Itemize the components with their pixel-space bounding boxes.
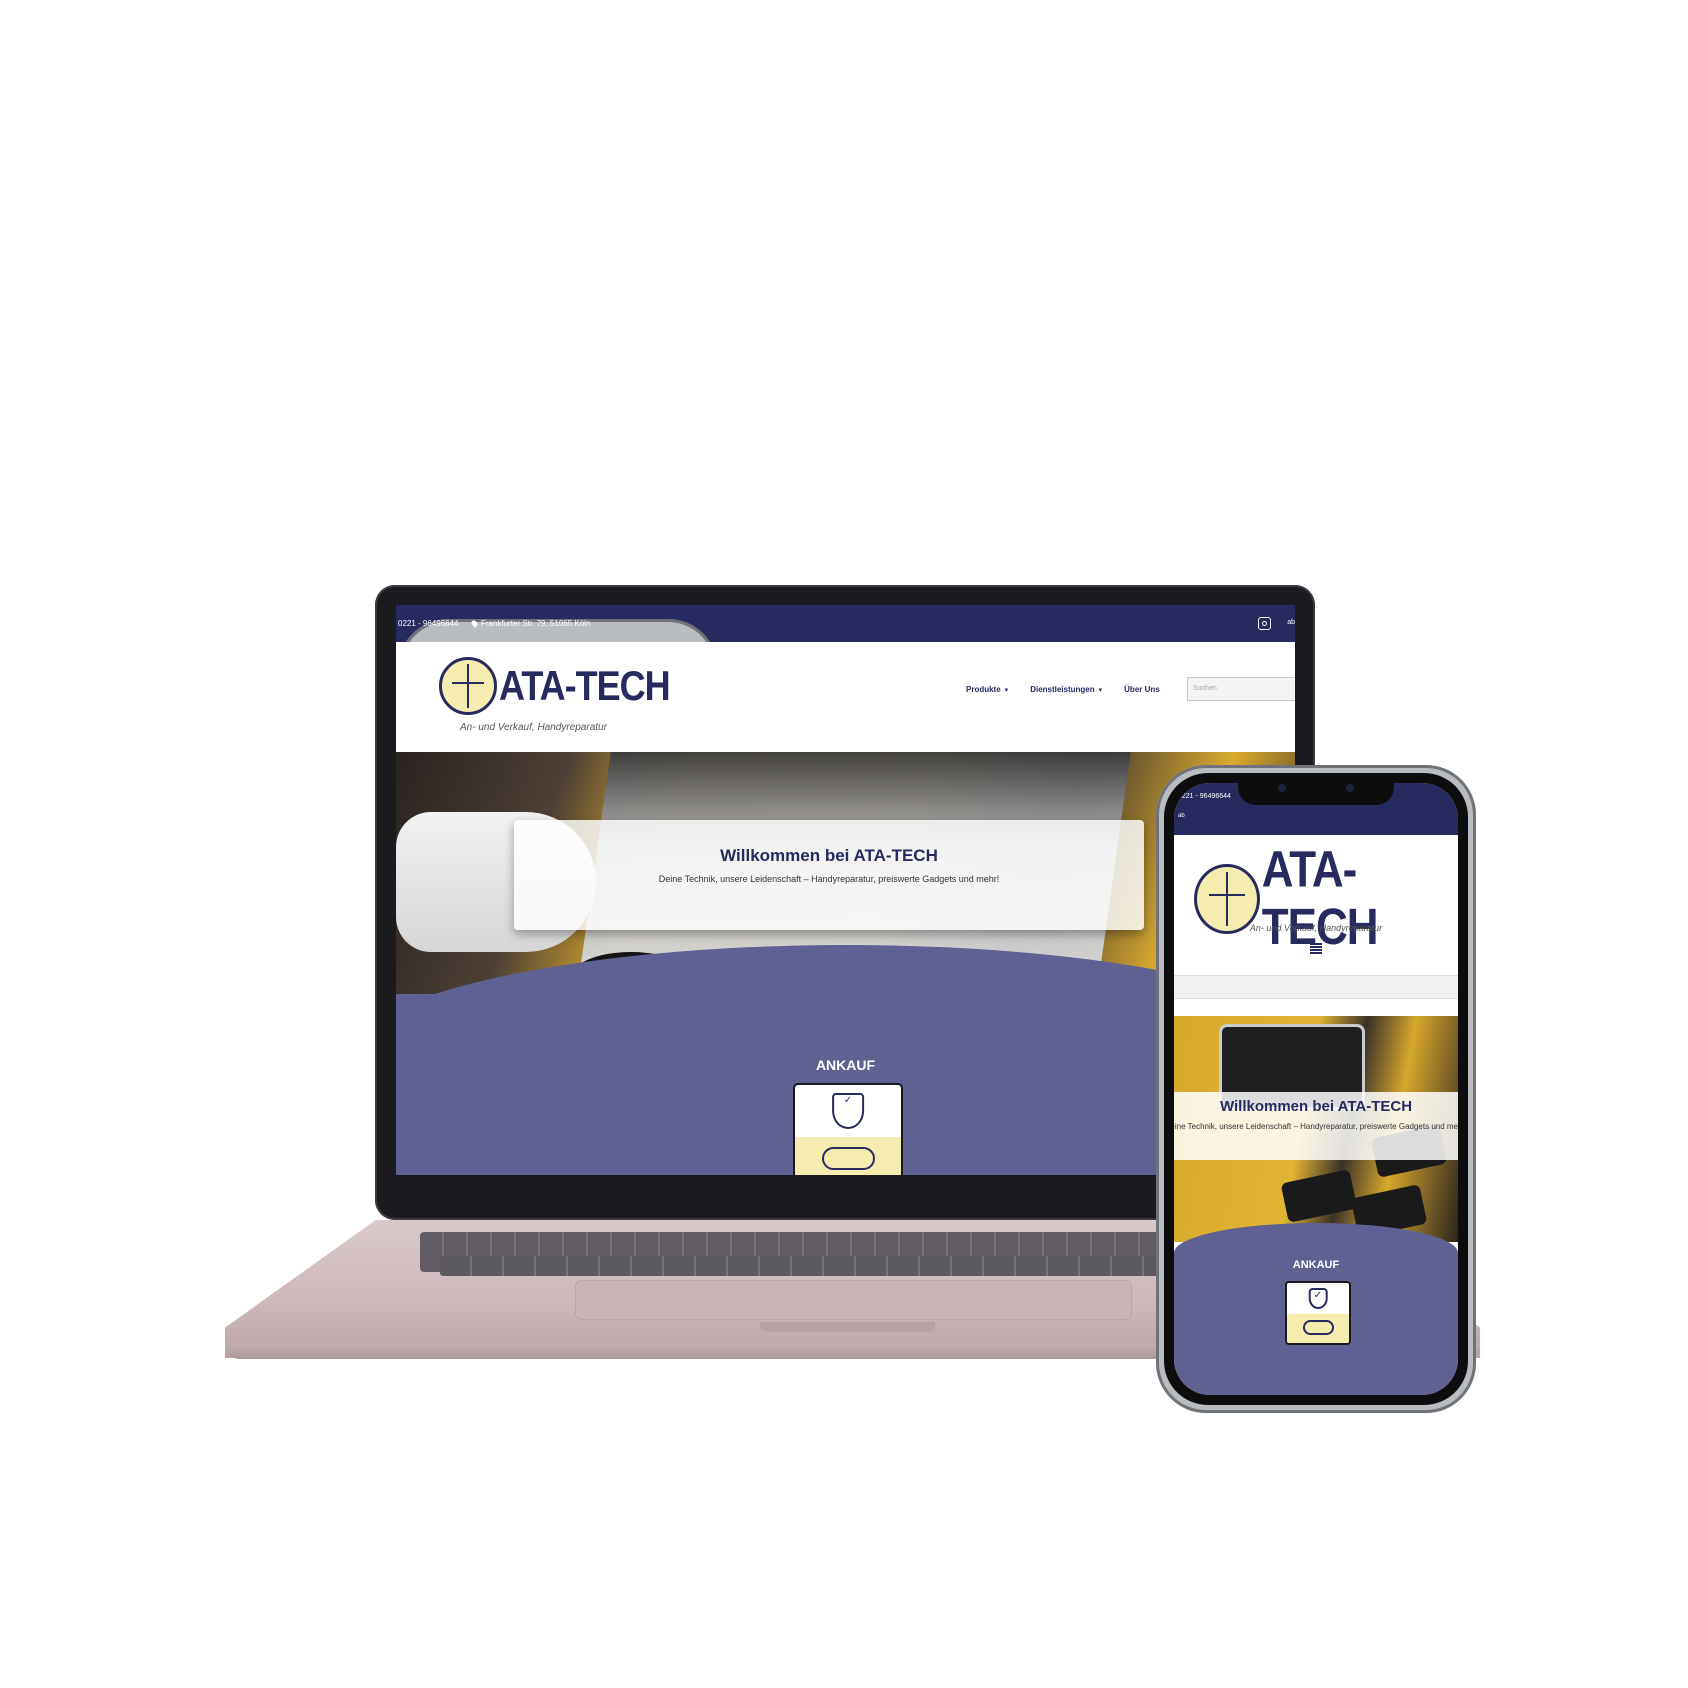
shield-check-icon: ✓ — [832, 1093, 864, 1129]
mobile-site-logo[interactable]: ATA-TECH — [1194, 842, 1458, 955]
top-info-bar: 0221 - 96496644 Frankfurter Str. 79, 510… — [396, 605, 1295, 1175]
hero-textbox: Willkommen bei ATA-TECH Deine Technik, u… — [514, 820, 1144, 930]
mobile-site-tagline: An- und Verkauf, Handyreparatur — [1249, 923, 1383, 933]
shield-check-icon: ✓ — [1308, 1287, 1328, 1310]
laptop-lid-notch — [760, 1322, 935, 1332]
address-text: Frankfurter Str. 79, 51065 Köln — [481, 619, 591, 628]
mobile-ankauf-card[interactable]: ✓ — [1285, 1281, 1351, 1345]
logo-emblem-icon — [439, 657, 497, 715]
address[interactable]: Frankfurter Str. 79, 51065 Köln — [470, 619, 591, 628]
search-input[interactable]: Suchen — [1187, 677, 1295, 701]
mobile-site-header: ATA-TECH An- und Verkauf, Handyreparatur — [1174, 835, 1458, 975]
hero-subtitle: Deine Technik, unsere Leidenschaft – Han… — [658, 874, 1000, 884]
instagram-icon[interactable] — [1258, 617, 1271, 630]
speaker-icon — [1278, 784, 1286, 792]
ankauf-card[interactable]: ✓ — [793, 1083, 903, 1175]
laptop-keyboard-row — [440, 1256, 1245, 1276]
logo-text: ATA-TECH — [499, 661, 671, 709]
mobile-hero-banner: Willkommen bei ATA-TECH Deine Technik, u… — [1174, 1016, 1458, 1242]
hero-phone-image — [1280, 1169, 1358, 1223]
mobile-hero-subtitle: Deine Technik, unsere Leidenschaft – Han… — [1174, 1122, 1458, 1131]
mobile-phone-number[interactable]: 0221 - 96496644 — [1178, 793, 1231, 800]
laptop-trackpad — [575, 1280, 1132, 1320]
phone-notch — [1238, 775, 1394, 805]
mobile-topbar-overflow: ab — [1178, 813, 1185, 819]
phone-screen: 0221 - 96496644 ab ATA-TECH An- und Verk… — [1174, 783, 1458, 1395]
nav-item-dienstleistungen[interactable]: Dienstleistungen — [1030, 685, 1102, 694]
handshake-icon — [795, 1137, 901, 1175]
site-tagline: An- und Verkauf, Handyreparatur — [460, 722, 607, 733]
hamburger-menu-icon[interactable] — [1310, 943, 1322, 954]
map-pin-icon — [470, 619, 479, 628]
mobile-hero-title: Willkommen bei ATA-TECH — [1219, 1098, 1413, 1115]
mobile-search-input[interactable] — [1174, 975, 1458, 999]
nav-item-ueber-uns[interactable]: Über Uns — [1124, 685, 1160, 694]
topbar-overflow: ab — [1287, 619, 1295, 626]
site-logo[interactable]: ATA-TECH — [439, 657, 671, 715]
main-nav: Produkte Dienstleistungen Über Uns — [966, 685, 1160, 694]
handshake-icon — [1287, 1314, 1349, 1343]
mobile-hero-textbox: Willkommen bei ATA-TECH Deine Technik, u… — [1174, 1092, 1458, 1160]
front-camera-icon — [1346, 784, 1354, 792]
hero-title: Willkommen bei ATA-TECH — [720, 846, 938, 865]
nav-item-produkte[interactable]: Produkte — [966, 685, 1008, 694]
mobile-logo-text: ATA-TECH — [1261, 841, 1379, 956]
mobile-section-heading: ANKAUF — [1292, 1259, 1340, 1271]
site-header: ATA-TECH An- und Verkauf, Handyreparatur… — [396, 642, 1295, 752]
